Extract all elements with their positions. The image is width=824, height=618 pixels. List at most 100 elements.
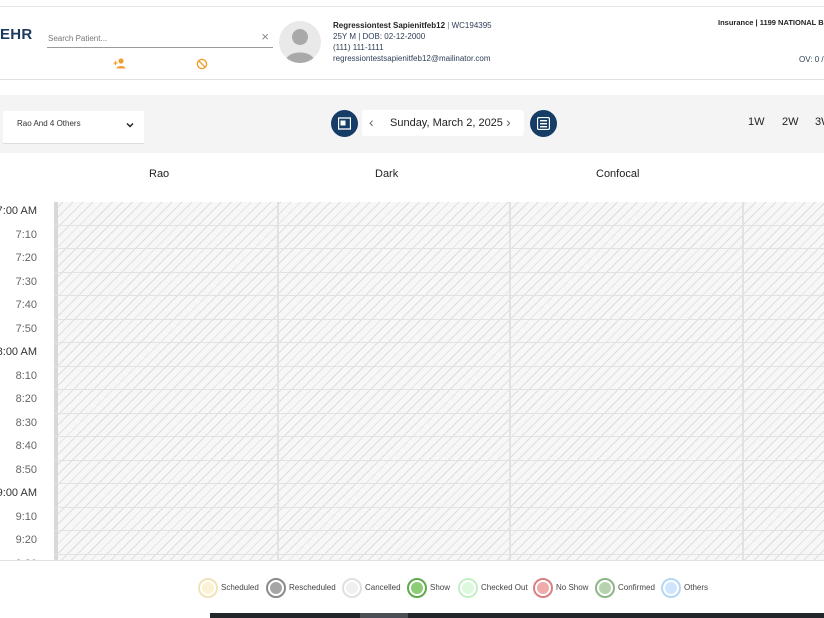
legend-swatch bbox=[595, 578, 615, 598]
legend-label: Others bbox=[684, 583, 709, 592]
time-label: 7:40 bbox=[15, 299, 37, 311]
grid-row-line bbox=[54, 483, 824, 484]
app-root: EHR × Regressiontest Sapienitfeb12 | bbox=[0, 0, 824, 618]
legend-swatch-fill bbox=[202, 582, 214, 594]
schedule-grid[interactable] bbox=[54, 202, 824, 560]
range-3w-button[interactable]: 3W bbox=[815, 116, 824, 128]
grid-row-line bbox=[54, 506, 824, 508]
time-label: 7:50 bbox=[15, 322, 37, 335]
chevron-down-icon bbox=[126, 122, 134, 128]
range-1w-button[interactable]: 1W bbox=[748, 116, 765, 128]
patient-avatar bbox=[279, 21, 321, 63]
legend-swatch bbox=[198, 578, 218, 598]
patient-separator: | bbox=[447, 21, 450, 30]
grid-row-line bbox=[54, 553, 824, 555]
time-label: 7:30 bbox=[15, 275, 37, 288]
patient-name: Regressiontest Sapienitfeb12 bbox=[333, 21, 446, 30]
legend-swatch-fill bbox=[462, 582, 474, 594]
ov-count: OV: 0 / bbox=[799, 55, 824, 64]
grid-row-line bbox=[54, 224, 824, 226]
time-label: 7:00 AM bbox=[0, 205, 37, 217]
provider-select[interactable]: Rao And 4 Others bbox=[3, 111, 144, 144]
patient-info: Regressiontest Sapienitfeb12 | WC194395 … bbox=[333, 20, 492, 64]
grid-row-line bbox=[54, 365, 824, 367]
grid-row-line bbox=[54, 459, 824, 461]
legend-swatch-fill bbox=[270, 582, 282, 594]
grid-row-line bbox=[54, 530, 824, 531]
bottom-bar-segment bbox=[360, 613, 408, 618]
grid-row-line bbox=[54, 412, 824, 414]
block-icon[interactable] bbox=[195, 57, 209, 71]
provider-select-value: Rao And 4 Others bbox=[17, 119, 81, 128]
grid-row-line bbox=[54, 295, 824, 296]
legend-swatch bbox=[661, 578, 681, 598]
legend-swatch-fill bbox=[346, 582, 358, 594]
current-date[interactable]: Sunday, March 2, 2025 bbox=[390, 117, 503, 129]
legend-swatch bbox=[407, 578, 427, 598]
grid-column-divider bbox=[509, 202, 511, 560]
calendar-view-icon bbox=[338, 117, 351, 130]
legend-label: Confirmed bbox=[618, 583, 655, 592]
legend-swatch-fill bbox=[665, 582, 677, 594]
patient-id: WC194395 bbox=[451, 21, 492, 30]
time-label: 8:20 bbox=[15, 393, 37, 405]
patient-phone: (111) 111-1111 bbox=[333, 43, 384, 52]
clear-search-icon[interactable]: × bbox=[261, 29, 269, 45]
add-patient-icon[interactable] bbox=[113, 57, 127, 71]
calendar-view-button[interactable] bbox=[331, 110, 358, 137]
patient-demographics: 25Y M | DOB: 02-12-2000 bbox=[333, 32, 426, 41]
date-navigator: ‹ Sunday, March 2, 2025 › bbox=[362, 110, 524, 136]
time-label: 7:10 bbox=[15, 228, 37, 241]
legend-label: Checked Out bbox=[481, 583, 528, 592]
grid-row-line bbox=[54, 248, 824, 249]
grid-row-line bbox=[54, 342, 824, 343]
time-label: 8:10 bbox=[15, 369, 37, 382]
app-logo: EHR bbox=[0, 26, 33, 43]
time-label: 8:40 bbox=[15, 440, 37, 452]
bottom-bar bbox=[0, 613, 824, 618]
time-label: 9:20 bbox=[15, 534, 37, 546]
legend-swatch-fill bbox=[599, 582, 611, 594]
time-label: 9:10 bbox=[15, 510, 37, 523]
time-label: 8:00 AM bbox=[0, 346, 37, 358]
legend-swatch bbox=[342, 578, 362, 598]
legend-label: Show bbox=[430, 583, 451, 592]
bottom-bar-dark bbox=[210, 613, 824, 618]
grid-row-line bbox=[54, 271, 824, 273]
patient-email[interactable]: regressiontestsapienitfeb12@mailinator.c… bbox=[333, 53, 492, 64]
legend-swatch bbox=[533, 578, 553, 598]
calendar-toolbar: Rao And 4 Others ‹ Sunday, March 2, 2025… bbox=[0, 95, 824, 153]
grid-row-line bbox=[54, 389, 824, 390]
legend-swatch bbox=[458, 578, 478, 598]
legend-label: Cancelled bbox=[365, 583, 401, 592]
grid-column-divider bbox=[277, 202, 279, 560]
time-label: 9:00 AM bbox=[0, 487, 37, 499]
column-header-rao: Rao bbox=[149, 168, 170, 180]
time-label: 7:20 bbox=[15, 252, 37, 264]
header-divider bbox=[0, 6, 824, 7]
status-legend: Scheduled Rescheduled Cancelled Show Checked… bbox=[0, 560, 824, 613]
user-silhouette-icon bbox=[285, 29, 315, 63]
range-2w-button[interactable]: 2W bbox=[782, 116, 799, 128]
grid-column-divider bbox=[742, 202, 744, 560]
patient-header: EHR × Regressiontest Sapienitfeb12 | bbox=[0, 0, 824, 80]
next-date-button[interactable]: › bbox=[506, 114, 511, 130]
prev-date-button[interactable]: ‹ bbox=[369, 114, 374, 130]
time-label: 8:50 bbox=[15, 463, 37, 476]
legend-label: No Show bbox=[556, 583, 589, 592]
list-view-icon bbox=[537, 117, 550, 130]
legend-label: Scheduled bbox=[221, 583, 259, 592]
list-view-button[interactable] bbox=[530, 110, 557, 137]
column-header-dark: Dark bbox=[375, 168, 399, 180]
grid-row-line bbox=[54, 436, 824, 437]
grid-row-line bbox=[54, 318, 824, 320]
insurance-info: Insurance | 1199 NATIONAL B bbox=[718, 18, 824, 27]
legend-swatch-fill bbox=[411, 582, 423, 594]
time-label: 8:30 bbox=[15, 416, 37, 429]
legend-swatch bbox=[266, 578, 286, 598]
search-input[interactable] bbox=[47, 29, 247, 48]
legend-label: Rescheduled bbox=[289, 583, 336, 592]
legend-swatch-fill bbox=[537, 582, 549, 594]
patient-search: × bbox=[47, 28, 273, 48]
column-header-confocal: Confocal bbox=[596, 168, 640, 180]
